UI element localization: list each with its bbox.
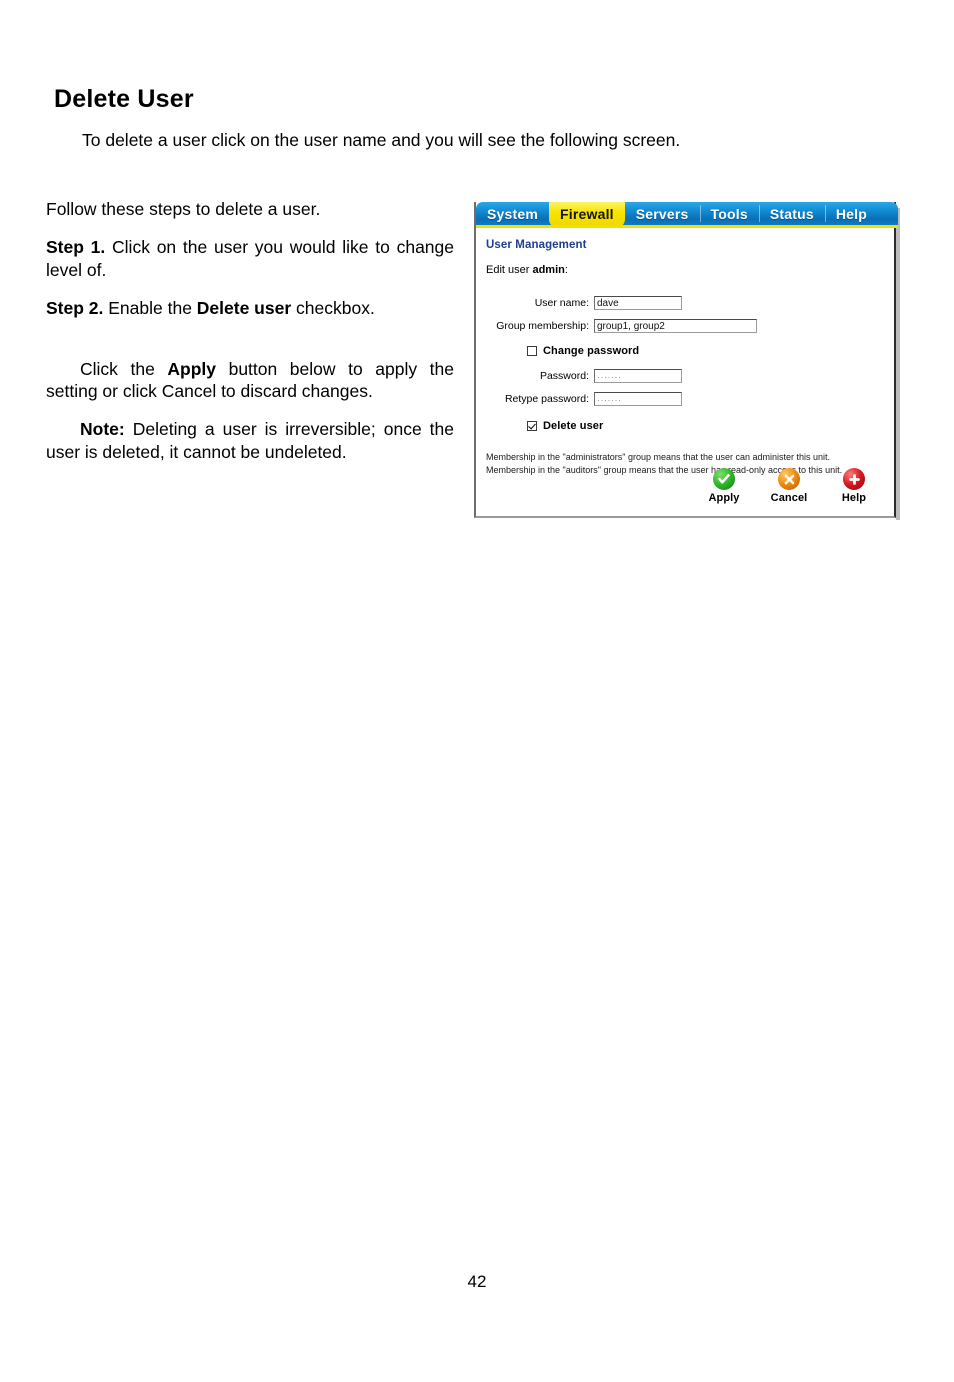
intro-paragraph: To delete a user click on the user name … — [82, 130, 681, 150]
note-label: Note: — [80, 419, 125, 440]
edit-user-suffix: : — [564, 264, 568, 276]
action-button-bar: Apply Cancel Help — [698, 468, 880, 504]
apply-emphasis: Apply — [167, 358, 217, 379]
change-password-checkbox[interactable] — [527, 346, 537, 356]
step-2-text-end: checkbox. — [291, 298, 375, 319]
password-input[interactable]: ······· — [594, 369, 682, 383]
membership-note-line-1: Membership in the "administrators" group… — [486, 452, 831, 462]
retype-password-label: Retype password: — [504, 393, 589, 405]
delete-user-checkbox[interactable] — [527, 421, 537, 431]
group-membership-row: Group membership: group1, group2 — [486, 319, 884, 333]
note-paragraph: Note: Deleting a user is irreversible; o… — [46, 418, 454, 463]
password-row: Password: ······· — [486, 369, 884, 383]
apply-paragraph: Click the Apply button below to apply th… — [46, 358, 454, 403]
page-title: Delete User — [54, 85, 194, 113]
screenshot-shadow — [896, 208, 900, 520]
group-membership-label: Group membership: — [496, 320, 589, 332]
nav-tab-status[interactable]: Status — [758, 202, 825, 225]
delete-user-checkbox-row[interactable]: Delete user — [527, 420, 884, 432]
nav-tab-tools[interactable]: Tools — [699, 202, 759, 225]
change-password-checkbox-row[interactable]: Change password — [527, 345, 884, 357]
step-1-label: Step 1. — [46, 237, 106, 258]
cancel-button[interactable]: Cancel — [763, 468, 815, 504]
nav-tab-firewall[interactable]: Firewall — [549, 202, 625, 225]
apply-button-label: Apply — [708, 492, 740, 504]
edit-user-name: admin — [532, 264, 565, 276]
panel-title: User Management — [486, 239, 587, 251]
nav-tab-system[interactable]: System — [476, 202, 549, 225]
username-label: User name: — [534, 297, 589, 309]
document-page: Delete User To delete a user click on th… — [0, 0, 954, 1382]
step-2-paragraph: Step 2. Enable the Delete user checkbox. — [46, 297, 454, 319]
plus-circle-icon — [843, 468, 865, 490]
username-row: User name: dave — [486, 296, 884, 310]
x-circle-icon — [778, 468, 800, 490]
check-circle-icon — [713, 468, 735, 490]
edit-user-line: Edit user admin: — [486, 264, 884, 276]
group-membership-input[interactable]: group1, group2 — [594, 319, 757, 333]
nav-tab-servers[interactable]: Servers — [625, 202, 700, 225]
cancel-button-label: Cancel — [770, 492, 808, 504]
apply-button[interactable]: Apply — [698, 468, 750, 504]
retype-password-input[interactable]: ······· — [594, 392, 682, 406]
help-button[interactable]: Help — [828, 468, 880, 504]
apply-text-pre: Click the — [80, 358, 168, 379]
username-input[interactable]: dave — [594, 296, 682, 310]
step-2-label: Step 2. — [46, 298, 104, 319]
edit-user-prefix: Edit user — [486, 264, 533, 276]
step-1-text: Click on the user you would like to chan… — [46, 237, 454, 280]
step-2-text-mid: Enable the — [103, 298, 197, 319]
nav-tab-help[interactable]: Help — [824, 202, 878, 225]
step-1-paragraph: Step 1. Click on the user you would like… — [46, 236, 454, 281]
password-label: Password: — [539, 370, 589, 382]
help-button-label: Help — [841, 492, 867, 504]
screenshot-frame: System Firewall Servers Tools Status Hel… — [474, 202, 898, 518]
step-2-emphasis: Delete user — [196, 298, 292, 319]
instructions-column: Follow these steps to delete a user. Ste… — [46, 198, 454, 479]
embedded-screenshot: System Firewall Servers Tools Status Hel… — [474, 202, 900, 520]
change-password-label: Change password — [543, 345, 640, 357]
delete-user-label: Delete user — [543, 420, 604, 432]
retype-password-row: Retype password: ······· — [486, 392, 884, 406]
follow-steps-paragraph: Follow these steps to delete a user. — [46, 199, 321, 219]
main-navigation-bar: System Firewall Servers Tools Status Hel… — [476, 202, 898, 228]
page-number: 42 — [467, 1272, 487, 1291]
